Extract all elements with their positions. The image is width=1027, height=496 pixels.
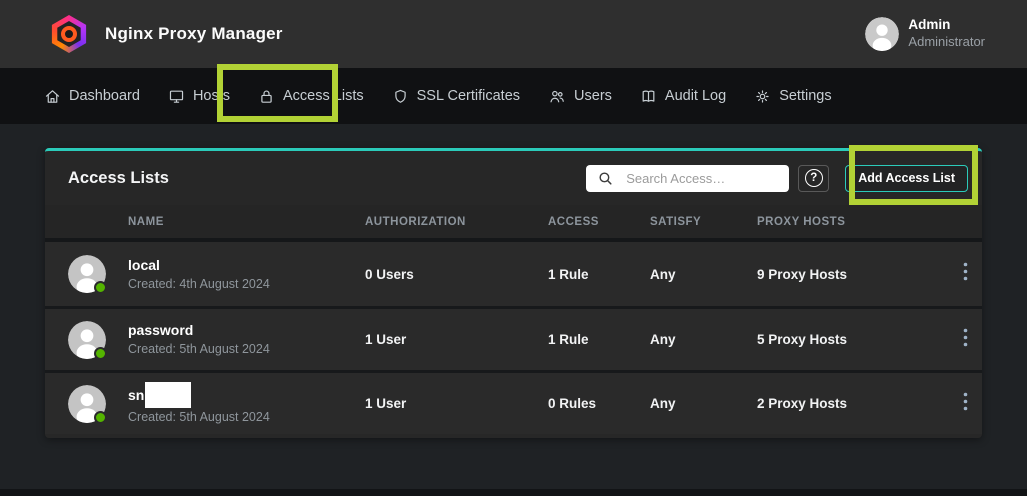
authorization-value: 1 User <box>365 396 548 411</box>
status-dot <box>94 281 107 294</box>
avatar <box>68 385 106 423</box>
avatar <box>68 255 106 293</box>
authorization-value: 1 User <box>365 332 548 347</box>
nav-item-users[interactable]: Users <box>548 88 612 105</box>
app-header: Nginx Proxy Manager Admin Administrator <box>0 0 1027 68</box>
search-icon <box>597 170 614 192</box>
satisfy-value: Any <box>650 332 757 347</box>
access-value: 0 Rules <box>548 396 650 411</box>
table-row[interactable]: local Created: 4th August 2024 0 Users 1… <box>45 242 982 306</box>
access-list-name: sn <box>128 387 144 403</box>
authorization-value: 0 Users <box>365 267 548 282</box>
column-access: ACCESS <box>548 216 650 228</box>
access-list-name: password <box>128 321 270 340</box>
proxy-hosts-value: 5 Proxy Hosts <box>757 332 949 347</box>
column-authorization: AUTHORIZATION <box>365 216 548 228</box>
lock-icon <box>258 88 275 105</box>
nginx-proxy-manager-logo-icon <box>50 15 88 53</box>
created-date: Created: 4th August 2024 <box>128 276 270 293</box>
nav-item-hosts[interactable]: Hosts <box>168 88 230 105</box>
shield-icon <box>392 88 409 105</box>
column-proxy-hosts: PROXY HOSTS <box>757 216 949 228</box>
add-access-list-button[interactable]: Add Access List <box>845 165 968 192</box>
status-dot <box>94 411 107 424</box>
column-name: NAME <box>45 216 365 228</box>
users-icon <box>548 88 566 105</box>
redaction-box <box>145 382 191 408</box>
page-title: Access Lists <box>68 169 169 188</box>
bottom-strip <box>0 489 1027 496</box>
book-icon <box>640 88 657 105</box>
user-menu[interactable]: Admin Administrator <box>865 17 985 51</box>
access-lists-panel: Access Lists ? Add Access List NAME AUTH… <box>45 148 982 438</box>
avatar <box>68 321 106 359</box>
table-row[interactable]: password Created: 5th August 2024 1 User… <box>45 306 982 370</box>
app-title: Nginx Proxy Manager <box>105 24 283 44</box>
home-icon <box>44 88 61 105</box>
column-satisfy: SATISFY <box>650 216 757 228</box>
nav-item-access-lists[interactable]: Access Lists <box>258 88 364 105</box>
satisfy-value: Any <box>650 396 757 411</box>
access-list-name: local <box>128 256 270 275</box>
access-value: 1 Rule <box>548 332 650 347</box>
created-date: Created: 5th August 2024 <box>128 409 270 426</box>
nav-item-ssl-certificates[interactable]: SSL Certificates <box>392 88 520 105</box>
access-value: 1 Rule <box>548 267 650 282</box>
user-avatar <box>865 17 899 51</box>
main-nav: Dashboard Hosts Access Lists SSL Certifi… <box>0 68 1027 124</box>
table-header: NAME AUTHORIZATION ACCESS SATISFY PROXY … <box>45 205 982 242</box>
help-button[interactable]: ? <box>798 165 829 192</box>
satisfy-value: Any <box>650 267 757 282</box>
gear-icon <box>754 88 771 105</box>
user-role: Administrator <box>908 34 985 50</box>
help-icon: ? <box>805 169 823 187</box>
nav-item-audit-log[interactable]: Audit Log <box>640 88 726 105</box>
created-date: Created: 5th August 2024 <box>128 341 270 358</box>
proxy-hosts-value: 2 Proxy Hosts <box>757 396 949 411</box>
monitor-icon <box>168 88 185 105</box>
status-dot <box>94 347 107 360</box>
kebab-menu-icon[interactable] <box>957 324 974 356</box>
nav-item-settings[interactable]: Settings <box>754 88 831 105</box>
table-row[interactable]: sn Created: 5th August 2024 1 User 0 Rul… <box>45 370 982 434</box>
search-input[interactable] <box>586 165 789 192</box>
nav-item-dashboard[interactable]: Dashboard <box>44 88 140 105</box>
proxy-hosts-value: 9 Proxy Hosts <box>757 267 949 282</box>
user-name: Admin <box>908 17 985 34</box>
kebab-menu-icon[interactable] <box>957 258 974 290</box>
kebab-menu-icon[interactable] <box>957 388 974 420</box>
